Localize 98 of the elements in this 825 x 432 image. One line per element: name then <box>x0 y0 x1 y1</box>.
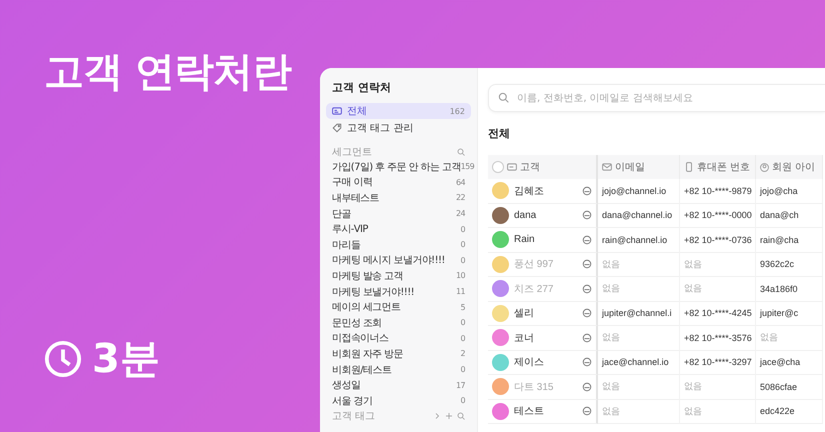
count-label: 0 <box>460 240 465 250</box>
id-card-icon <box>507 162 517 172</box>
customer-name: 테스트 <box>514 405 544 418</box>
segment-item[interactable]: 내부테스트 22 <box>326 190 471 206</box>
count-label: 24 <box>456 209 465 218</box>
table-cell: jace@cha <box>756 350 823 375</box>
count-label: 17 <box>456 380 465 390</box>
segment-item[interactable]: 마케팅 발송 고객 10 <box>326 268 471 284</box>
count-label: 11 <box>456 287 465 296</box>
count-label: 0 <box>460 334 465 343</box>
segment-item[interactable]: 마케팅 보낼거야!!!! 11 <box>326 284 471 300</box>
table-cell: +82 10-****-3576 <box>680 326 756 350</box>
section-label: 세그먼트 <box>332 146 372 158</box>
count-label: 159 <box>460 162 474 172</box>
nav-item[interactable]: 전체 162 <box>326 103 471 119</box>
search-field[interactable]: 이름, 전화번호, 이메일로 검색해보세요 <box>488 84 825 112</box>
segment-item[interactable]: 서울 경기 0 <box>326 392 471 408</box>
phone-icon <box>684 162 694 172</box>
search-icon <box>457 412 465 420</box>
table-cell: +82 10-****-0736 <box>680 228 756 252</box>
table-cell: 없음 <box>598 326 680 350</box>
table-cell: edc422e <box>756 400 823 424</box>
segment-item[interactable]: 단골 24 <box>326 206 471 222</box>
table-cell: +82 10-****-4245 <box>680 302 756 326</box>
segment-item[interactable]: 구매 이력 64 <box>326 174 471 190</box>
table-cell: 없음 <box>598 375 680 400</box>
count-label: 0 <box>460 365 465 374</box>
table-cell: 없음 <box>680 277 756 302</box>
count-label: 162 <box>450 106 465 116</box>
column-header: 고객 <box>488 155 598 179</box>
segment-item[interactable]: 마케팅 메시지 보낼거야!!!! 0 <box>326 252 471 268</box>
customer-name: 김혜조 <box>514 184 544 198</box>
table-cell: 없음 <box>598 400 680 424</box>
search-icon <box>457 148 465 156</box>
contacts-icon <box>332 106 342 116</box>
segment-item[interactable]: 루시-VIP 0 <box>326 221 471 237</box>
list-title: 전체 <box>488 126 511 141</box>
count-label: 0 <box>460 318 465 328</box>
table-cell: rain@channel.io <box>598 228 680 252</box>
count-label: 22 <box>456 193 465 202</box>
segment-item[interactable]: 비회원/테스트 0 <box>326 362 471 378</box>
table-cell: +82 10-****-0000 <box>680 204 756 228</box>
select-all-checkbox[interactable] <box>492 161 504 173</box>
mail-icon <box>602 162 612 172</box>
customer-name: 풍선 997 <box>514 258 554 272</box>
duration-label: 3분 <box>92 335 160 384</box>
count-label: 0 <box>460 224 465 234</box>
segment-item[interactable]: 마리들 0 <box>326 236 471 253</box>
table-cell: jojo@cha <box>756 179 823 204</box>
count-label: 0 <box>460 256 465 265</box>
section-label: 고객 태그 <box>332 410 376 423</box>
table-cell: jupiter@channel.i <box>598 302 680 326</box>
sidebar-title: 고객 연락처 <box>331 80 392 96</box>
table-cell: +82 10-****-3297 <box>680 350 756 375</box>
segment-item[interactable]: 비회원 자주 방문 2 <box>326 346 471 362</box>
table-cell: 9362c2c <box>756 252 823 277</box>
table-cell: 없음 <box>680 252 756 277</box>
count-label: 10 <box>456 271 465 280</box>
segment-item[interactable]: 문민성 조회 0 <box>326 314 471 331</box>
table-cell: 5086cfae <box>756 375 823 400</box>
customer-name: Rain <box>514 234 535 246</box>
customer-name: 제이스 <box>514 356 544 370</box>
plus-icon <box>445 412 453 420</box>
user-icon <box>760 162 769 172</box>
column-header: 이메일 <box>598 155 680 179</box>
chevron-right-icon <box>433 412 441 420</box>
segment-item[interactable]: 생성일 17 <box>326 377 471 393</box>
customer-name: 셀리 <box>514 307 534 320</box>
table-cell: jojo@channel.io <box>598 179 680 204</box>
hero-title: 고객 연락처란 <box>44 48 292 97</box>
segment-item[interactable]: 메이의 세그먼트 5 <box>326 299 471 315</box>
nav-item[interactable]: 고객 태그 관리 <box>326 120 471 136</box>
table-cell: 없음 <box>598 252 680 277</box>
customer-name: 코너 <box>514 332 534 345</box>
clock-icon <box>44 340 82 378</box>
customer-name: dana <box>514 210 536 221</box>
table-cell: rain@cha <box>756 228 823 252</box>
customer-name: 다트 315 <box>514 380 554 394</box>
customer-name: 치즈 277 <box>514 282 554 296</box>
table-cell: dana@channel.io <box>598 204 680 228</box>
table-cell: 없음 <box>680 400 756 424</box>
count-label: 0 <box>460 396 465 406</box>
column-header: 회원 아이 <box>756 155 823 179</box>
table-cell: jace@channel.io <box>598 350 680 375</box>
tag-icon <box>332 123 342 133</box>
count-label: 2 <box>460 349 465 358</box>
column-header: 휴대폰 번호 <box>680 155 756 179</box>
table-cell: +82 10-****-9879 <box>680 179 756 204</box>
count-label: 64 <box>456 178 465 187</box>
segment-item[interactable]: 미접속이너스 0 <box>326 330 471 346</box>
table-cell: jupiter@c <box>756 302 823 326</box>
table-cell: 없음 <box>756 326 823 350</box>
search-icon <box>498 92 509 103</box>
table-cell: 34a186f0 <box>756 277 823 302</box>
count-label: 5 <box>460 302 465 312</box>
table-cell: 없음 <box>598 277 680 302</box>
table-cell: 없음 <box>680 375 756 400</box>
table-cell: dana@ch <box>756 204 823 228</box>
